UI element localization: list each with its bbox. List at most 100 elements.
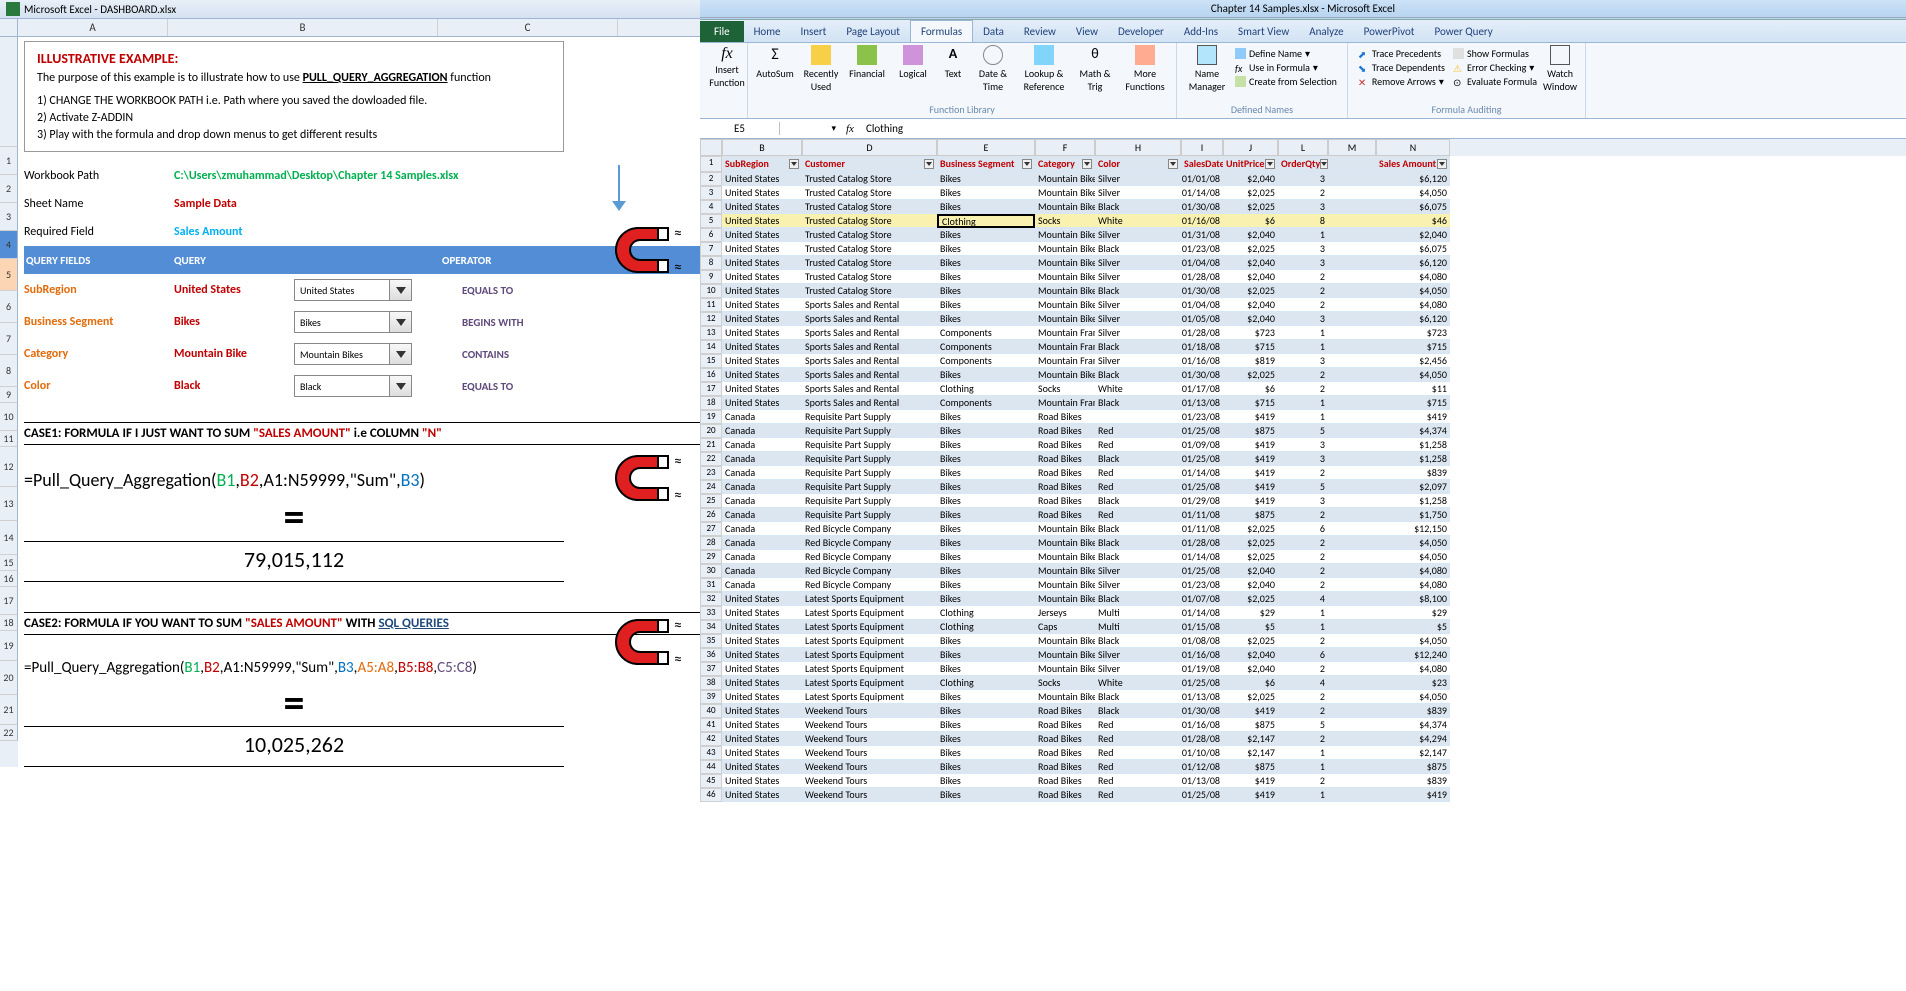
cell[interactable]: 2 [1278,186,1328,200]
cell[interactable]: Components [937,340,1035,354]
cell[interactable]: United States [722,298,802,312]
cell[interactable]: $5 [1223,620,1278,634]
cell[interactable]: Bikes [937,718,1035,732]
autosum-button[interactable]: ΣAutoSum [754,45,796,80]
cell[interactable]: Canada [722,536,802,550]
cell[interactable]: Bikes [937,480,1035,494]
cell[interactable]: Red [1095,760,1181,774]
cell[interactable] [1328,326,1376,340]
subregion-value[interactable]: United States [174,283,294,297]
cell[interactable]: Requisite Part Supply [802,410,937,424]
cell[interactable]: United States [722,270,802,284]
cell[interactable]: Bikes [937,438,1035,452]
cell[interactable] [1328,774,1376,788]
cell[interactable]: Weekend Tours [802,732,937,746]
cell[interactable]: Black [1095,452,1181,466]
cell[interactable]: $4,050 [1376,186,1450,200]
cell[interactable]: Mountain Bikes [1035,172,1095,186]
cell[interactable]: Silver [1095,172,1181,186]
cell[interactable]: $6,075 [1376,242,1450,256]
cell[interactable]: 2 [1278,662,1328,676]
cell[interactable] [1328,424,1376,438]
cell[interactable]: Mountain Bikes [1035,648,1095,662]
undo-icon[interactable]: ↶ [741,3,750,16]
cell[interactable]: Requisite Part Supply [802,494,937,508]
cell[interactable]: Mountain Bikes [1035,242,1095,256]
cell[interactable]: 01/12/08 [1181,760,1223,774]
cell[interactable] [1328,284,1376,298]
cell[interactable]: $2,040 [1223,564,1278,578]
cell[interactable]: 01/31/08 [1181,228,1223,242]
cell[interactable]: Clothing [937,606,1035,620]
cell[interactable]: 01/25/08 [1181,564,1223,578]
table-row[interactable]: 29CanadaRed Bicycle CompanyBikesMountain… [700,550,1906,564]
cell[interactable]: 01/23/08 [1181,410,1223,424]
cell[interactable]: Canada [722,550,802,564]
cell[interactable]: Road Bikes [1035,452,1095,466]
cell[interactable]: White [1095,214,1181,228]
cell[interactable]: $419 [1223,452,1278,466]
color-value[interactable]: Black [174,379,294,393]
table-row[interactable]: 20CanadaRequisite Part SupplyBikesRoad B… [700,424,1906,438]
cell[interactable]: $6,120 [1376,256,1450,270]
cell[interactable]: Red Bicycle Company [802,536,937,550]
cell[interactable] [1328,550,1376,564]
cell[interactable]: 2 [1278,298,1328,312]
cell[interactable]: Socks [1035,214,1095,228]
cell[interactable]: Road Bikes [1035,774,1095,788]
cell[interactable]: $4,080 [1376,564,1450,578]
cell[interactable]: 01/09/08 [1181,438,1223,452]
cell[interactable]: Black [1095,704,1181,718]
cell[interactable]: 01/01/08 [1181,172,1223,186]
cell[interactable]: Clothing [937,214,1035,228]
cell[interactable]: $419 [1376,410,1450,424]
cell[interactable] [1328,788,1376,802]
cell[interactable]: Latest Sports Equipment [802,606,937,620]
cell[interactable]: Red [1095,424,1181,438]
cell[interactable]: 01/15/08 [1181,620,1223,634]
cell[interactable]: $4,374 [1376,424,1450,438]
cell[interactable]: Weekend Tours [802,788,937,802]
cell[interactable]: $715 [1376,396,1450,410]
evaluate-formula-button[interactable]: ⊙Evaluate Formula [1453,75,1537,88]
table-row[interactable]: 9United StatesTrusted Catalog StoreBikes… [700,270,1906,284]
cell[interactable]: 01/14/08 [1181,186,1223,200]
cell[interactable]: United States [722,676,802,690]
cell[interactable]: Mountain Bikes [1035,200,1095,214]
cell[interactable]: Bikes [937,312,1035,326]
category-dropdown[interactable]: Mountain Bikes [294,343,412,365]
cell[interactable]: Mountain Bikes [1035,578,1095,592]
cell[interactable]: $2,025 [1223,522,1278,536]
cell[interactable]: Canada [722,438,802,452]
cell[interactable]: Bikes [937,410,1035,424]
column-header-salesdate[interactable]: SalesDate [1181,156,1223,172]
cell[interactable] [1328,662,1376,676]
cell[interactable]: $6,075 [1376,200,1450,214]
cell[interactable]: Road Bikes [1035,732,1095,746]
cell[interactable]: Weekend Tours [802,774,937,788]
cell[interactable]: Canada [722,508,802,522]
cell[interactable]: $29 [1376,606,1450,620]
cell[interactable]: Sports Sales and Rental [802,298,937,312]
column-header-customer[interactable]: Customer [802,156,937,172]
cell[interactable]: United States [722,592,802,606]
cell[interactable]: $4,080 [1376,578,1450,592]
cell[interactable]: Bikes [937,298,1035,312]
cell[interactable]: $2,025 [1223,690,1278,704]
cell[interactable]: Bikes [937,424,1035,438]
cell[interactable]: 3 [1278,354,1328,368]
cell[interactable]: Mountain Bikes [1035,522,1095,536]
cell[interactable]: Road Bikes [1035,424,1095,438]
cell[interactable]: Bikes [937,536,1035,550]
cell[interactable]: Components [937,354,1035,368]
cell[interactable]: United States [722,228,802,242]
cell[interactable] [1328,200,1376,214]
cell[interactable]: Requisite Part Supply [802,480,937,494]
cell[interactable]: $4,050 [1376,368,1450,382]
cell[interactable]: $875 [1223,424,1278,438]
col-header-l[interactable]: L [1278,139,1328,156]
cell[interactable]: Trusted Catalog Store [802,256,937,270]
filter-icon[interactable] [1320,159,1328,169]
cell[interactable]: Latest Sports Equipment [802,648,937,662]
cell[interactable]: White [1095,382,1181,396]
